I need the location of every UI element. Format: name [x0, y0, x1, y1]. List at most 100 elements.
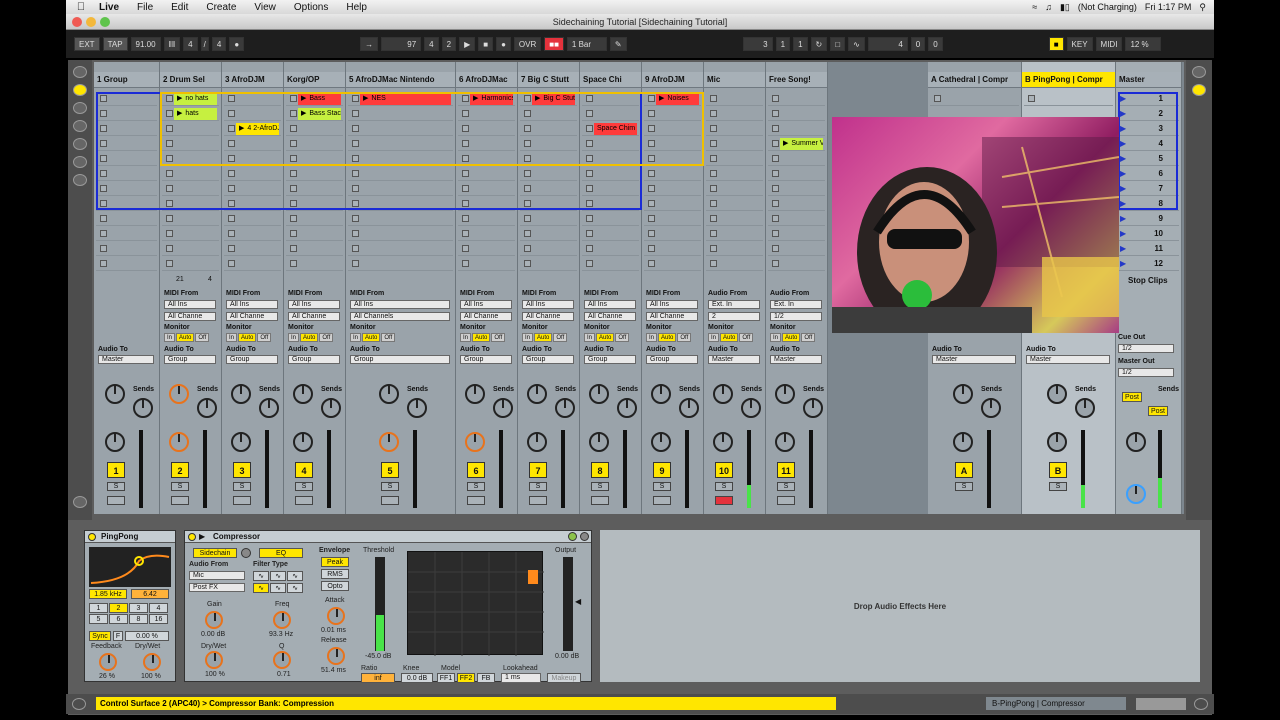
clip-stop-icon[interactable] [648, 215, 655, 222]
pingpong-beat-button[interactable]: 8 [129, 614, 148, 624]
track-overview-icon[interactable] [1136, 698, 1186, 710]
clip-stop-icon[interactable] [228, 260, 235, 267]
solo-button[interactable]: S [653, 482, 671, 491]
monitor-auto-button[interactable]: Auto [782, 333, 801, 342]
master-pan-knob[interactable] [1126, 432, 1146, 452]
filter-peak-icon[interactable]: ∿ [270, 583, 286, 593]
clip-stop-icon[interactable] [524, 200, 531, 207]
play-icon[interactable]: ▶ [459, 37, 476, 51]
clip-stop-icon[interactable] [710, 185, 717, 192]
clip-stop-icon[interactable] [228, 170, 235, 177]
zoom-icon[interactable] [100, 17, 110, 27]
clip[interactable]: ▶Summer Va [780, 138, 823, 150]
ext-sync-button[interactable]: EXT [74, 37, 100, 51]
position-sixteenth[interactable]: 2 [441, 37, 457, 51]
clip-slot[interactable] [348, 107, 453, 121]
track-activator-button[interactable]: 4 [295, 462, 313, 478]
clip-stop-icon[interactable] [772, 170, 779, 177]
clip-slot[interactable] [162, 197, 219, 211]
clip-stop-icon[interactable] [524, 110, 531, 117]
clip-slot[interactable] [224, 182, 281, 196]
menubar-clock[interactable]: Fri 1:17 PM [1145, 2, 1192, 12]
clip-stop-icon[interactable] [166, 95, 173, 102]
monitor-off-button[interactable]: Off [553, 333, 568, 342]
clip-slot[interactable] [458, 212, 515, 226]
monitor-auto-button[interactable]: Auto [176, 333, 195, 342]
clip-slot[interactable] [348, 122, 453, 136]
tempo-field[interactable]: 91.00 [130, 37, 161, 51]
arm-button[interactable] [295, 496, 313, 505]
clip-stop-icon[interactable] [100, 245, 107, 252]
clip-stop-icon[interactable] [586, 125, 593, 132]
input-source-select[interactable]: Ext. In [770, 300, 822, 309]
clip[interactable]: ▶ Harmonics [470, 93, 513, 105]
pingpong-beat-button[interactable]: 3 [129, 603, 148, 613]
compressor-hotswap-icon[interactable] [568, 532, 577, 541]
stop-all-clips-button[interactable]: Stop Clips [1128, 276, 1168, 285]
clip-slot[interactable]: ▶Summer Va [768, 137, 825, 151]
clip-stop-icon[interactable] [772, 95, 779, 102]
clip-slot[interactable] [162, 122, 219, 136]
clip-stop-icon[interactable] [352, 230, 359, 237]
solo-button[interactable]: S [591, 482, 609, 491]
track-activator-button[interactable]: 11 [777, 462, 795, 478]
send-b-knob[interactable] [321, 398, 341, 418]
clip-slot[interactable] [458, 137, 515, 151]
clip-stop-icon[interactable] [166, 125, 173, 132]
send-a-knob[interactable] [169, 384, 189, 404]
filter-highpass-icon[interactable]: ∿ [287, 571, 303, 581]
model-ff1-button[interactable]: FF1 [437, 673, 455, 683]
scene-slot[interactable]: ▶ 12 [1118, 257, 1179, 271]
track-header[interactable]: 7 Big C Stutt [518, 72, 579, 88]
clip-slot[interactable] [768, 212, 825, 226]
clip-slot[interactable]: ▶Bass Stacat [286, 107, 343, 121]
clip-stop-icon[interactable] [462, 155, 469, 162]
clip-stop-icon[interactable] [524, 245, 531, 252]
clip-stop-icon[interactable] [710, 260, 717, 267]
clip-stop-icon[interactable] [648, 155, 655, 162]
clip-slot[interactable] [224, 107, 281, 121]
clip-slot[interactable] [520, 227, 577, 241]
clip-slot[interactable] [706, 137, 763, 151]
clip-stop-icon[interactable] [166, 215, 173, 222]
quantize-select[interactable]: 1 Bar [566, 37, 607, 51]
clip-stop-icon[interactable] [100, 260, 107, 267]
track-activator-button[interactable]: 1 [107, 462, 125, 478]
input-source-select[interactable]: Ext. In [708, 300, 760, 309]
solo-button[interactable]: S [777, 482, 795, 491]
session-toggle-icon[interactable] [1192, 84, 1206, 96]
clip-slot[interactable] [520, 107, 577, 121]
clip-slot[interactable] [458, 197, 515, 211]
clip-slot[interactable] [582, 92, 639, 106]
clip[interactable]: Space Chim [594, 123, 637, 135]
clip-slot[interactable] [520, 182, 577, 196]
sc-gain-knob[interactable] [205, 611, 223, 629]
clip-slot[interactable] [768, 167, 825, 181]
clip-stop-icon[interactable] [290, 260, 297, 267]
draw-icon[interactable]: ∿ [848, 37, 865, 51]
clip-stop-icon[interactable] [462, 95, 469, 102]
clip-slot[interactable] [224, 197, 281, 211]
clip-slot[interactable] [348, 197, 453, 211]
clip-slot[interactable] [96, 212, 157, 226]
clip-slot[interactable] [768, 122, 825, 136]
monitor-in-button[interactable]: In [646, 333, 658, 342]
clip-slot[interactable] [768, 197, 825, 211]
minimize-icon[interactable] [86, 17, 96, 27]
arm-button[interactable] [171, 496, 189, 505]
release-knob[interactable] [327, 647, 345, 665]
input-channel-select[interactable]: All Channe [522, 312, 574, 321]
tap-tempo-button[interactable]: TAP [102, 37, 128, 51]
clip-slot[interactable] [162, 257, 219, 271]
clip-stop-icon[interactable] [524, 155, 531, 162]
clip-slot[interactable] [706, 257, 763, 271]
menu-options[interactable]: Options [285, 2, 337, 13]
clip-stop-icon[interactable] [100, 170, 107, 177]
input-source-select[interactable]: All Ins [164, 300, 216, 309]
clip-play-icon[interactable]: ▶ [177, 93, 182, 105]
clip-stop-icon[interactable] [586, 185, 593, 192]
clip-stop-icon[interactable] [352, 170, 359, 177]
pan-knob[interactable] [231, 432, 251, 452]
clip-slot[interactable] [96, 137, 157, 151]
clip-slot[interactable] [582, 257, 639, 271]
